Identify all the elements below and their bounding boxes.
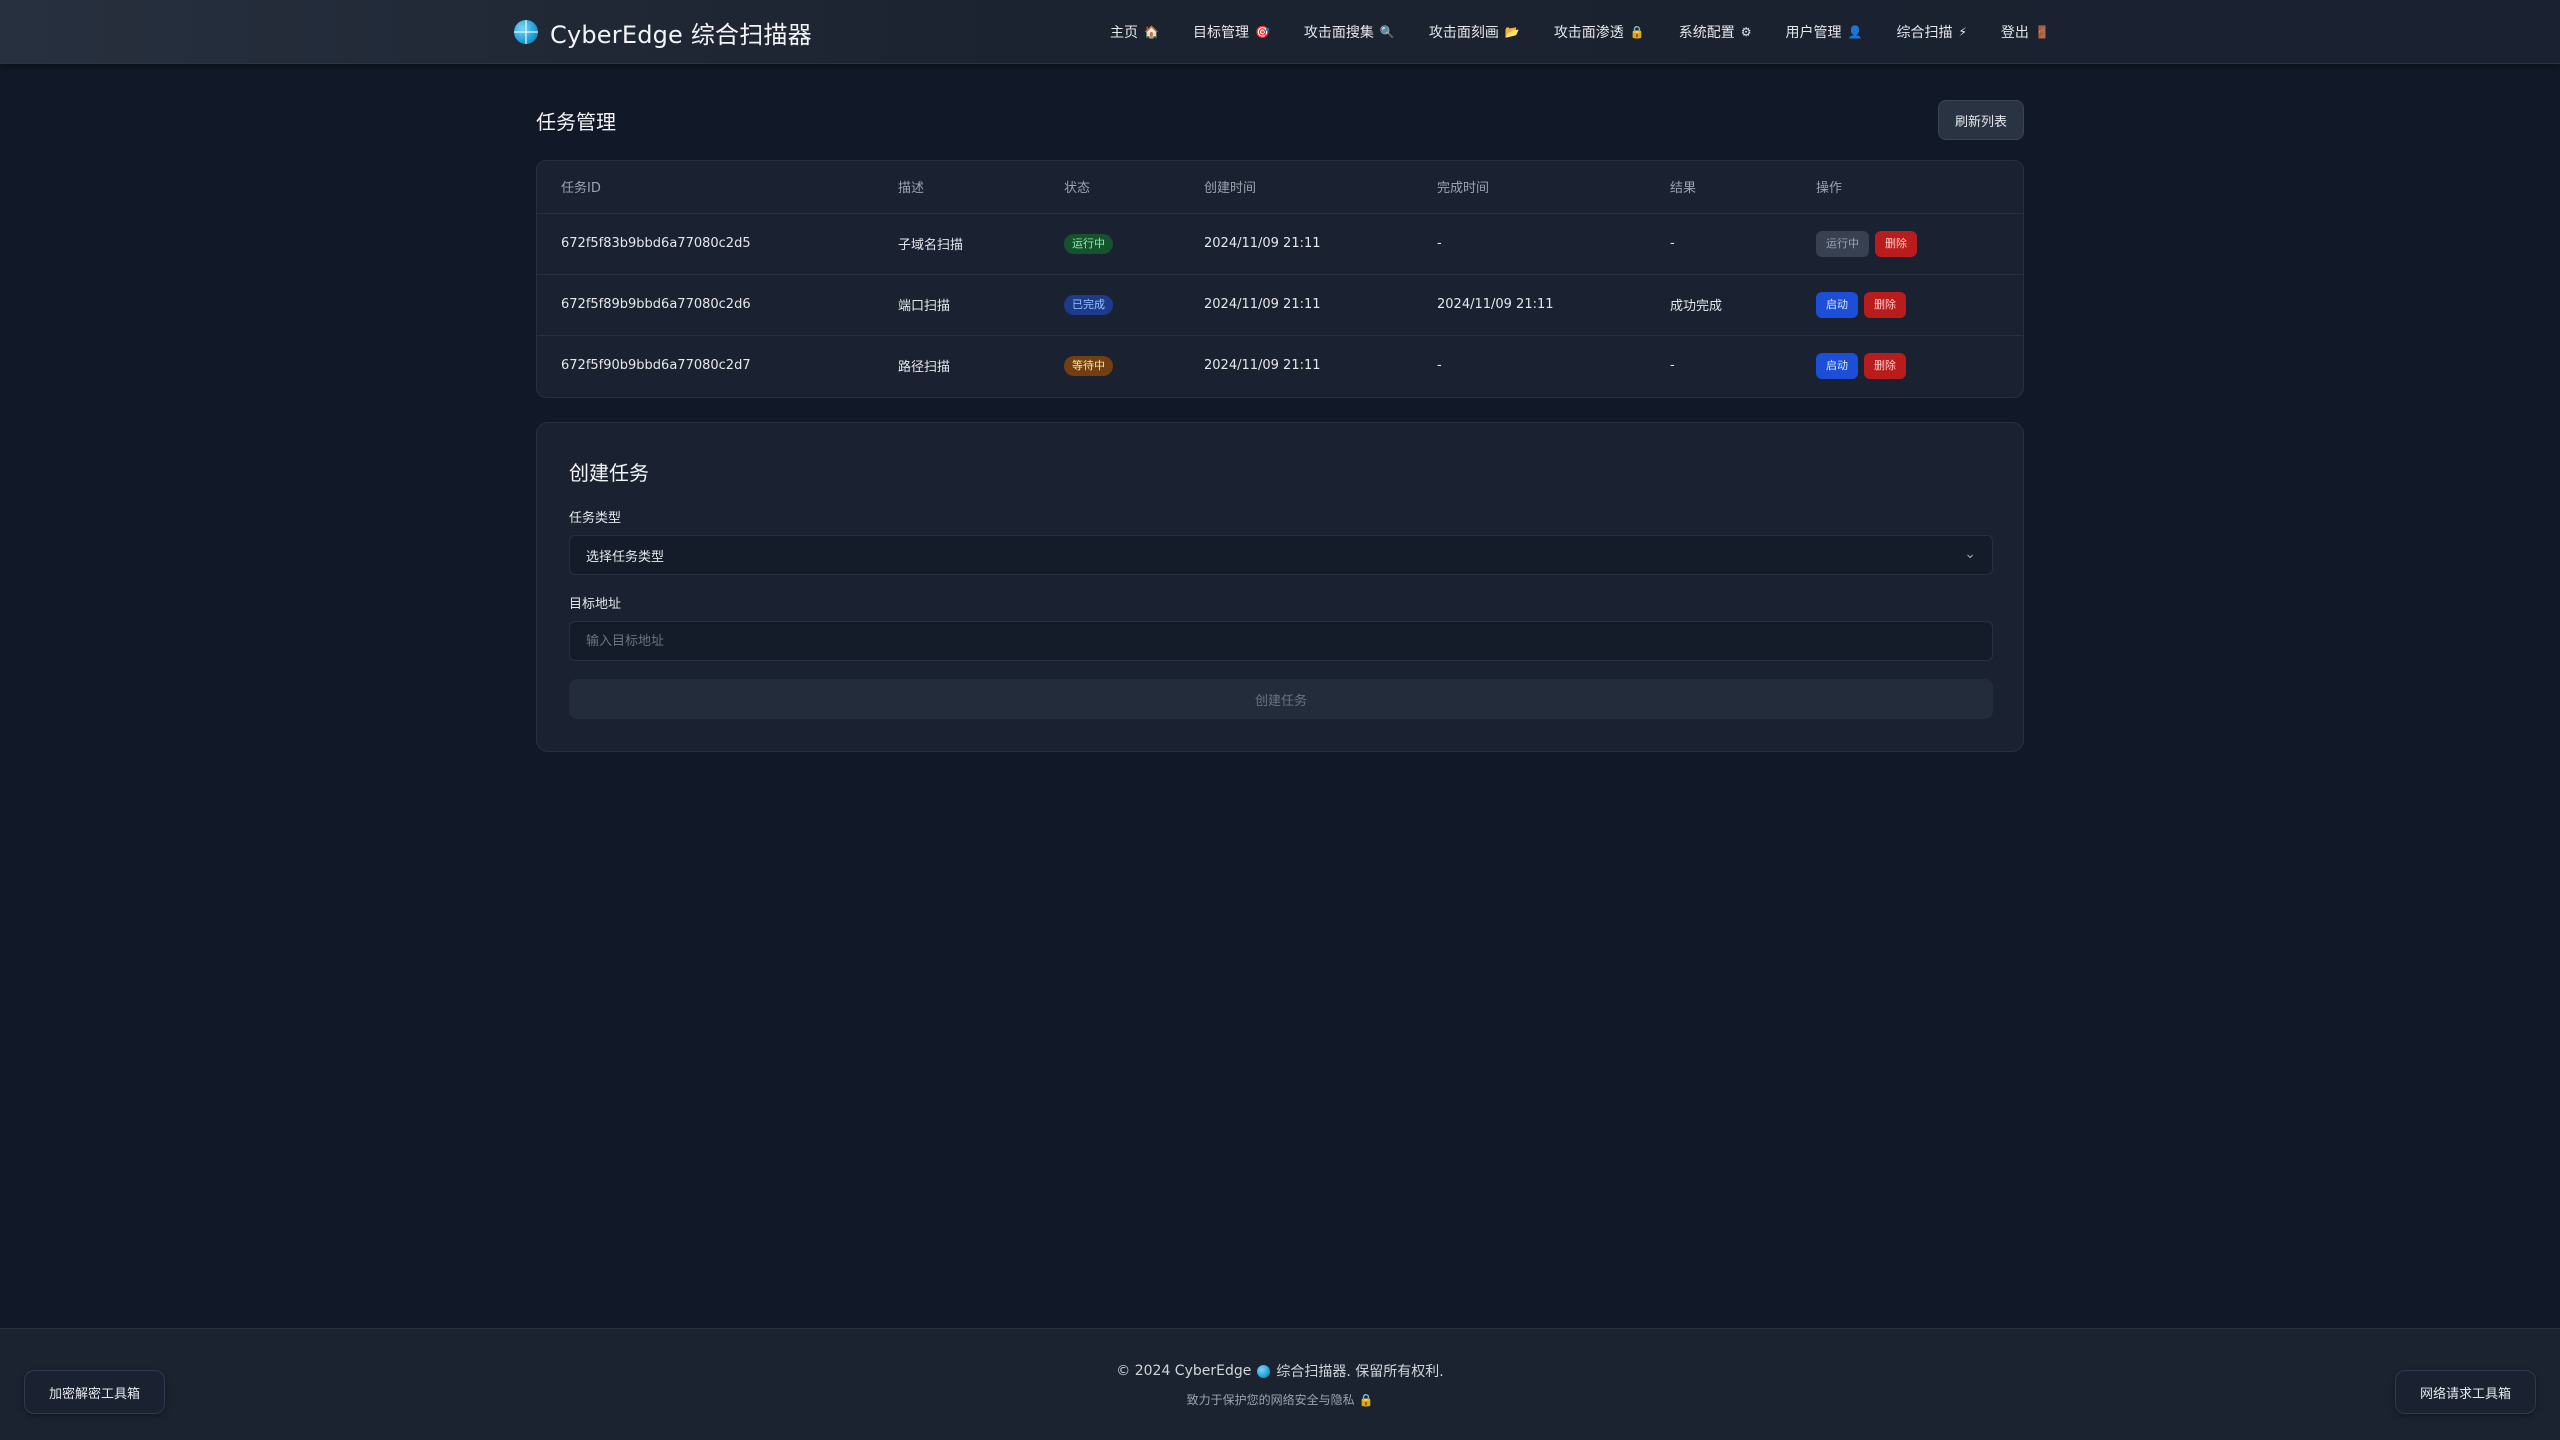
- start-task-button[interactable]: 启动: [1816, 352, 1858, 379]
- column-header-description: 描述: [874, 161, 1040, 214]
- task-result-cell: -: [1646, 213, 1792, 275]
- task-status-cell: 已完成: [1040, 274, 1180, 336]
- create-task-button[interactable]: 创建任务: [569, 679, 1993, 719]
- task-description-cell: 子域名扫描: [874, 213, 1040, 275]
- gear-icon: ⚙: [1740, 25, 1752, 39]
- nav-label-attack-surface-penetration: 攻击面渗透: [1553, 25, 1624, 41]
- delete-task-button[interactable]: 删除: [1864, 352, 1906, 379]
- nav-item-target-management[interactable]: 目标管理 🎯: [1183, 16, 1280, 48]
- nav-item-attack-surface-profiling[interactable]: 攻击面刻画 📂: [1419, 16, 1530, 48]
- brand-logo-link[interactable]: CyberEdge 综合扫描器: [514, 16, 812, 49]
- task-table-card: 任务ID 描述 状态 创建时间 完成时间 结果 操作 672f5f83b9bbd…: [536, 160, 2024, 398]
- page-title: 任务管理: [536, 110, 616, 134]
- create-task-card: 创建任务 任务类型 选择任务类型 ⌄ 目标地址 创建任务: [536, 422, 2024, 752]
- nav-label-user-management: 用户管理: [1785, 25, 1842, 41]
- task-result-cell: -: [1670, 358, 1675, 374]
- task-description-cell: 路径扫描: [898, 360, 951, 376]
- door-icon: 🚪: [2034, 25, 2050, 39]
- task-finished-cell: -: [1413, 213, 1646, 275]
- task-result-cell: 成功完成: [1646, 274, 1792, 336]
- create-task-title: 创建任务: [569, 461, 649, 485]
- top-navbar: CyberEdge 综合扫描器 主页 🏠 目标管理 🎯 攻击面搜集 🔍 攻击面刻…: [0, 0, 2560, 64]
- table-row: 672f5f89b9bbd6a77080c2d6 端口扫描 已完成 2024/1…: [537, 274, 2023, 336]
- footer-tagline-text: 致力于保护您的网络安全与隐私: [1186, 1393, 1355, 1407]
- nav-label-system-config: 系统配置: [1678, 25, 1735, 41]
- nav-item-system-config[interactable]: 系统配置 ⚙: [1669, 16, 1762, 48]
- running-status-button[interactable]: 运行中: [1816, 230, 1869, 257]
- footer: © 2024 CyberEdge 综合扫描器. 保留所有权利. 致力于保护您的网…: [0, 1328, 2560, 1440]
- lightning-icon: ⚡: [1958, 25, 1967, 39]
- nav-label-comprehensive-scan: 综合扫描: [1896, 25, 1953, 41]
- column-header-status: 状态: [1040, 161, 1180, 214]
- nav-item-attack-surface-penetration[interactable]: 攻击面渗透 🔒: [1544, 16, 1655, 48]
- nav-item-attack-surface-collection[interactable]: 攻击面搜集 🔍: [1294, 16, 1405, 48]
- globe-icon: [514, 20, 538, 44]
- column-header-task-id: 任务ID: [537, 161, 874, 214]
- status-badge: 已完成: [1064, 294, 1113, 315]
- task-actions-cell: 启动 删除: [1792, 335, 2023, 396]
- task-id-cell: 672f5f83b9bbd6a77080c2d5: [537, 213, 874, 275]
- page-header: 任务管理 刷新列表: [536, 100, 2024, 140]
- task-created-cell: 2024/11/09 21:11: [1204, 358, 1321, 374]
- column-header-created-time: 创建时间: [1180, 161, 1413, 214]
- nav-label-home: 主页: [1110, 25, 1138, 41]
- home-icon: 🏠: [1144, 25, 1159, 39]
- task-id-cell: 672f5f89b9bbd6a77080c2d6: [537, 274, 874, 336]
- task-finished-cell: 2024/11/09 21:11: [1413, 274, 1646, 336]
- globe-icon: [1257, 1364, 1271, 1378]
- delete-task-button[interactable]: 删除: [1875, 230, 1917, 257]
- page: CyberEdge 综合扫描器 主页 🏠 目标管理 🎯 攻击面搜集 🔍 攻击面刻…: [0, 0, 2560, 1440]
- task-table: 任务ID 描述 状态 创建时间 完成时间 结果 操作 672f5f83b9bbd…: [537, 161, 2023, 396]
- main-content: 任务管理 刷新列表 任务ID 描述 状态 创建时间 完成时间 结果 操作 672…: [536, 100, 2024, 752]
- status-badge: 运行中: [1064, 233, 1113, 254]
- nav-item-logout[interactable]: 登出 🚪: [1991, 16, 2060, 48]
- target-address-label: 目标地址: [569, 597, 622, 612]
- nav-item-comprehensive-scan[interactable]: 综合扫描 ⚡: [1886, 16, 1976, 48]
- start-task-button[interactable]: 启动: [1816, 291, 1858, 318]
- brand-title: CyberEdge 综合扫描器: [550, 20, 812, 49]
- search-icon: 🔍: [1379, 25, 1395, 39]
- user-icon: 👤: [1847, 25, 1863, 39]
- task-actions-cell: 启动 删除: [1792, 274, 2023, 336]
- footer-copyright: © 2024 CyberEdge 综合扫描器. 保留所有权利.: [0, 1361, 2560, 1381]
- main-nav: 主页 🏠 目标管理 🎯 攻击面搜集 🔍 攻击面刻画 📂 攻击面渗透 🔒 系统配置: [1100, 16, 2074, 48]
- delete-task-button[interactable]: 删除: [1864, 291, 1906, 318]
- task-id-cell: 672f5f90b9bbd6a77080c2d7: [561, 358, 751, 374]
- nav-label-attack-surface-collection: 攻击面搜集: [1303, 25, 1374, 41]
- table-row: 672f5f90b9bbd6a77080c2d7 路径扫描 等待中 2024/1…: [537, 335, 2023, 396]
- task-type-select[interactable]: 选择任务类型 ⌄: [569, 535, 1993, 575]
- footer-copyright-prefix: © 2024 CyberEdge: [1116, 1363, 1252, 1379]
- crypto-toolbox-button[interactable]: 加密解密工具箱: [24, 1370, 166, 1414]
- target-address-input[interactable]: [569, 621, 1993, 661]
- nav-label-attack-surface-profiling: 攻击面刻画: [1428, 25, 1499, 41]
- task-finished-cell: -: [1437, 358, 1442, 374]
- task-status-cell: 等待中: [1040, 335, 1180, 396]
- task-type-selected-value: 选择任务类型: [586, 549, 665, 565]
- table-row: 672f5f83b9bbd6a77080c2d5 子域名扫描 运行中 2024/…: [537, 213, 2023, 275]
- lock-icon: 🔒: [1629, 25, 1645, 39]
- nav-label-target-management: 目标管理: [1192, 25, 1249, 41]
- folder-icon: 📂: [1504, 25, 1520, 39]
- column-header-finished-time: 完成时间: [1413, 161, 1646, 214]
- target-icon: 🎯: [1254, 25, 1270, 39]
- nav-label-logout: 登出: [2000, 25, 2029, 41]
- footer-tagline: 致力于保护您的网络安全与隐私 🔒: [0, 1391, 2560, 1408]
- nav-item-home[interactable]: 主页 🏠: [1100, 16, 1169, 48]
- status-badge: 等待中: [1064, 355, 1113, 376]
- table-header-row: 任务ID 描述 状态 创建时间 完成时间 结果 操作: [537, 161, 2023, 214]
- footer-copyright-suffix: 综合扫描器. 保留所有权利.: [1276, 1364, 1444, 1380]
- column-header-actions: 操作: [1792, 161, 2023, 214]
- lock-icon: 🔒: [1358, 1393, 1374, 1407]
- task-actions-cell: 运行中 删除: [1792, 213, 2023, 275]
- nav-item-user-management[interactable]: 用户管理 👤: [1776, 16, 1873, 48]
- task-description-cell: 端口扫描: [874, 274, 1040, 336]
- task-status-cell: 运行中: [1040, 213, 1180, 275]
- task-created-cell: 2024/11/09 21:11: [1180, 274, 1413, 336]
- column-header-result: 结果: [1646, 161, 1792, 214]
- network-request-toolbox-button[interactable]: 网络请求工具箱: [2394, 1370, 2536, 1414]
- chevron-down-icon: ⌄: [1964, 546, 1976, 562]
- task-created-cell: 2024/11/09 21:11: [1180, 213, 1413, 275]
- task-type-label: 任务类型: [569, 511, 622, 526]
- refresh-list-button[interactable]: 刷新列表: [1937, 100, 2024, 140]
